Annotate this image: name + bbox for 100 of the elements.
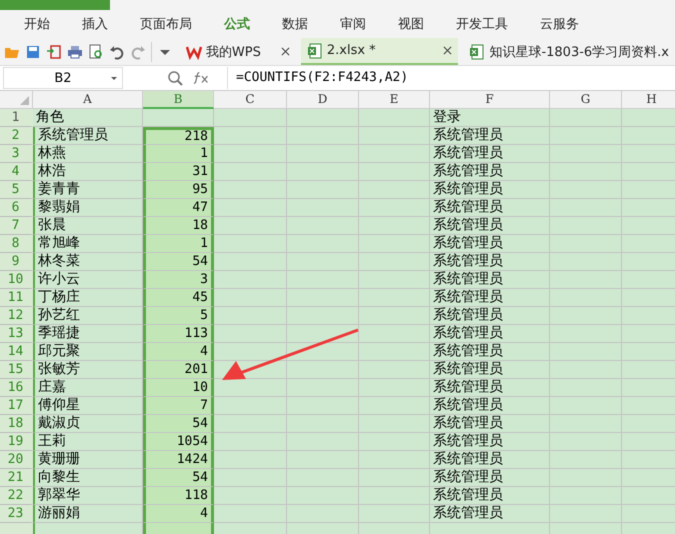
row-number[interactable]: 22 xyxy=(0,487,33,505)
row-number[interactable]: 11 xyxy=(0,289,33,307)
table-cell: 系统管理员 xyxy=(430,397,550,415)
column-header[interactable]: G xyxy=(550,91,622,109)
row-number[interactable]: 16 xyxy=(0,379,33,397)
table-cell: 45 xyxy=(143,289,214,307)
document-tab[interactable]: 知识星球-1803-6学习周资料.x xyxy=(463,38,675,65)
column-header[interactable]: D xyxy=(287,91,359,109)
table-cell: 54 xyxy=(143,415,214,433)
table-cell xyxy=(550,469,622,487)
table-cell xyxy=(287,289,359,307)
table-cell xyxy=(287,109,359,127)
table-cell xyxy=(287,199,359,217)
table-cell xyxy=(359,433,430,451)
row-number[interactable]: 9 xyxy=(0,253,33,271)
ribbon-tab[interactable]: 开始 xyxy=(8,10,66,38)
table-cell: 54 xyxy=(143,469,214,487)
row-number[interactable]: 13 xyxy=(0,325,33,343)
table-cell xyxy=(550,433,622,451)
ribbon-tab[interactable]: 数据 xyxy=(266,10,324,38)
table-cell xyxy=(550,487,622,505)
column-header[interactable]: A xyxy=(33,91,143,109)
table-cell: 18 xyxy=(143,217,214,235)
function-icon[interactable] xyxy=(193,71,211,85)
table-cell xyxy=(359,199,430,217)
spreadsheet-icon xyxy=(469,44,486,60)
preview-icon[interactable] xyxy=(88,44,104,60)
ribbon-tab[interactable]: 视图 xyxy=(382,10,440,38)
table-cell xyxy=(287,433,359,451)
row-number[interactable]: 2 xyxy=(0,127,33,145)
row-number[interactable]: 23 xyxy=(0,505,33,523)
column-header[interactable]: E xyxy=(359,91,430,109)
row-number[interactable]: 21 xyxy=(0,469,33,487)
row-number[interactable]: 5 xyxy=(0,181,33,199)
row-number[interactable]: 3 xyxy=(0,145,33,163)
table-cell: 系统管理员 xyxy=(430,415,550,433)
column-header[interactable]: H xyxy=(622,91,675,109)
row-number[interactable]: 19 xyxy=(0,433,33,451)
row-number[interactable]: 12 xyxy=(0,307,33,325)
table-cell xyxy=(287,469,359,487)
row-number[interactable]: 10 xyxy=(0,271,33,289)
table-cell: 系统管理员 xyxy=(430,163,550,181)
row-number[interactable]: 17 xyxy=(0,397,33,415)
table-cell: 系统管理员 xyxy=(430,343,550,361)
name-box[interactable]: B2 xyxy=(3,67,123,89)
ribbon-tab[interactable]: 插入 xyxy=(66,10,124,38)
table-cell: 1 xyxy=(143,235,214,253)
table-cell: 系统管理员 xyxy=(430,217,550,235)
table-cell: 系统管理员 xyxy=(430,451,550,469)
table-cell xyxy=(287,271,359,289)
table-cell xyxy=(550,253,622,271)
document-tab[interactable]: 我的WPS xyxy=(180,38,296,65)
row-number[interactable]: 7 xyxy=(0,217,33,235)
table-cell xyxy=(359,127,430,145)
formula-field[interactable]: =COUNTIFS(F2:F4243,A2) xyxy=(227,67,675,89)
table-cell xyxy=(287,145,359,163)
search-icon[interactable] xyxy=(167,70,183,86)
table-cell: 系统管理员 xyxy=(430,469,550,487)
table-cell xyxy=(359,451,430,469)
column-header[interactable]: F xyxy=(430,91,550,109)
ribbon-tab[interactable]: 公式 xyxy=(208,10,266,38)
print-icon[interactable] xyxy=(67,44,83,60)
table-cell: 31 xyxy=(143,163,214,181)
table-cell xyxy=(359,145,430,163)
row-number[interactable]: 6 xyxy=(0,199,33,217)
row-number[interactable]: 20 xyxy=(0,451,33,469)
table-cell xyxy=(550,415,622,433)
document-tab[interactable]: 2.xlsx * xyxy=(300,38,458,65)
row-number[interactable]: 14 xyxy=(0,343,33,361)
column-header[interactable]: C xyxy=(214,91,287,109)
table-cell xyxy=(359,289,430,307)
column-header[interactable]: B xyxy=(143,91,214,109)
row-number[interactable]: 15 xyxy=(0,361,33,379)
table-cell xyxy=(359,361,430,379)
table-cell xyxy=(287,451,359,469)
table-cell xyxy=(550,361,622,379)
table-cell xyxy=(287,307,359,325)
table-cell xyxy=(550,181,622,199)
table-cell xyxy=(550,235,622,253)
row-number[interactable]: 4 xyxy=(0,163,33,181)
table-cell xyxy=(550,127,622,145)
table-cell: 系统管理员 xyxy=(430,307,550,325)
row-number[interactable]: 8 xyxy=(0,235,33,253)
table-cell: 系统管理员 xyxy=(430,361,550,379)
ribbon-tab[interactable]: 开发工具 xyxy=(440,10,524,38)
table-cell xyxy=(359,325,430,343)
table-cell xyxy=(359,487,430,505)
ribbon-tab[interactable]: 页面布局 xyxy=(124,10,208,38)
table-cell xyxy=(287,181,359,199)
export-icon[interactable] xyxy=(46,44,62,60)
table-cell: 4 xyxy=(143,343,214,361)
row-number[interactable]: 1 xyxy=(0,109,33,127)
ribbon-tab[interactable]: 审阅 xyxy=(324,10,382,38)
ribbon-tab[interactable]: 云服务 xyxy=(524,10,595,38)
save-icon[interactable] xyxy=(25,44,41,60)
table-cell: 系统管理员 xyxy=(430,271,550,289)
row-number[interactable]: 18 xyxy=(0,415,33,433)
undo-icon[interactable] xyxy=(109,44,125,60)
table-cell: 系统管理员 xyxy=(430,181,550,199)
table-cell: 3 xyxy=(143,271,214,289)
